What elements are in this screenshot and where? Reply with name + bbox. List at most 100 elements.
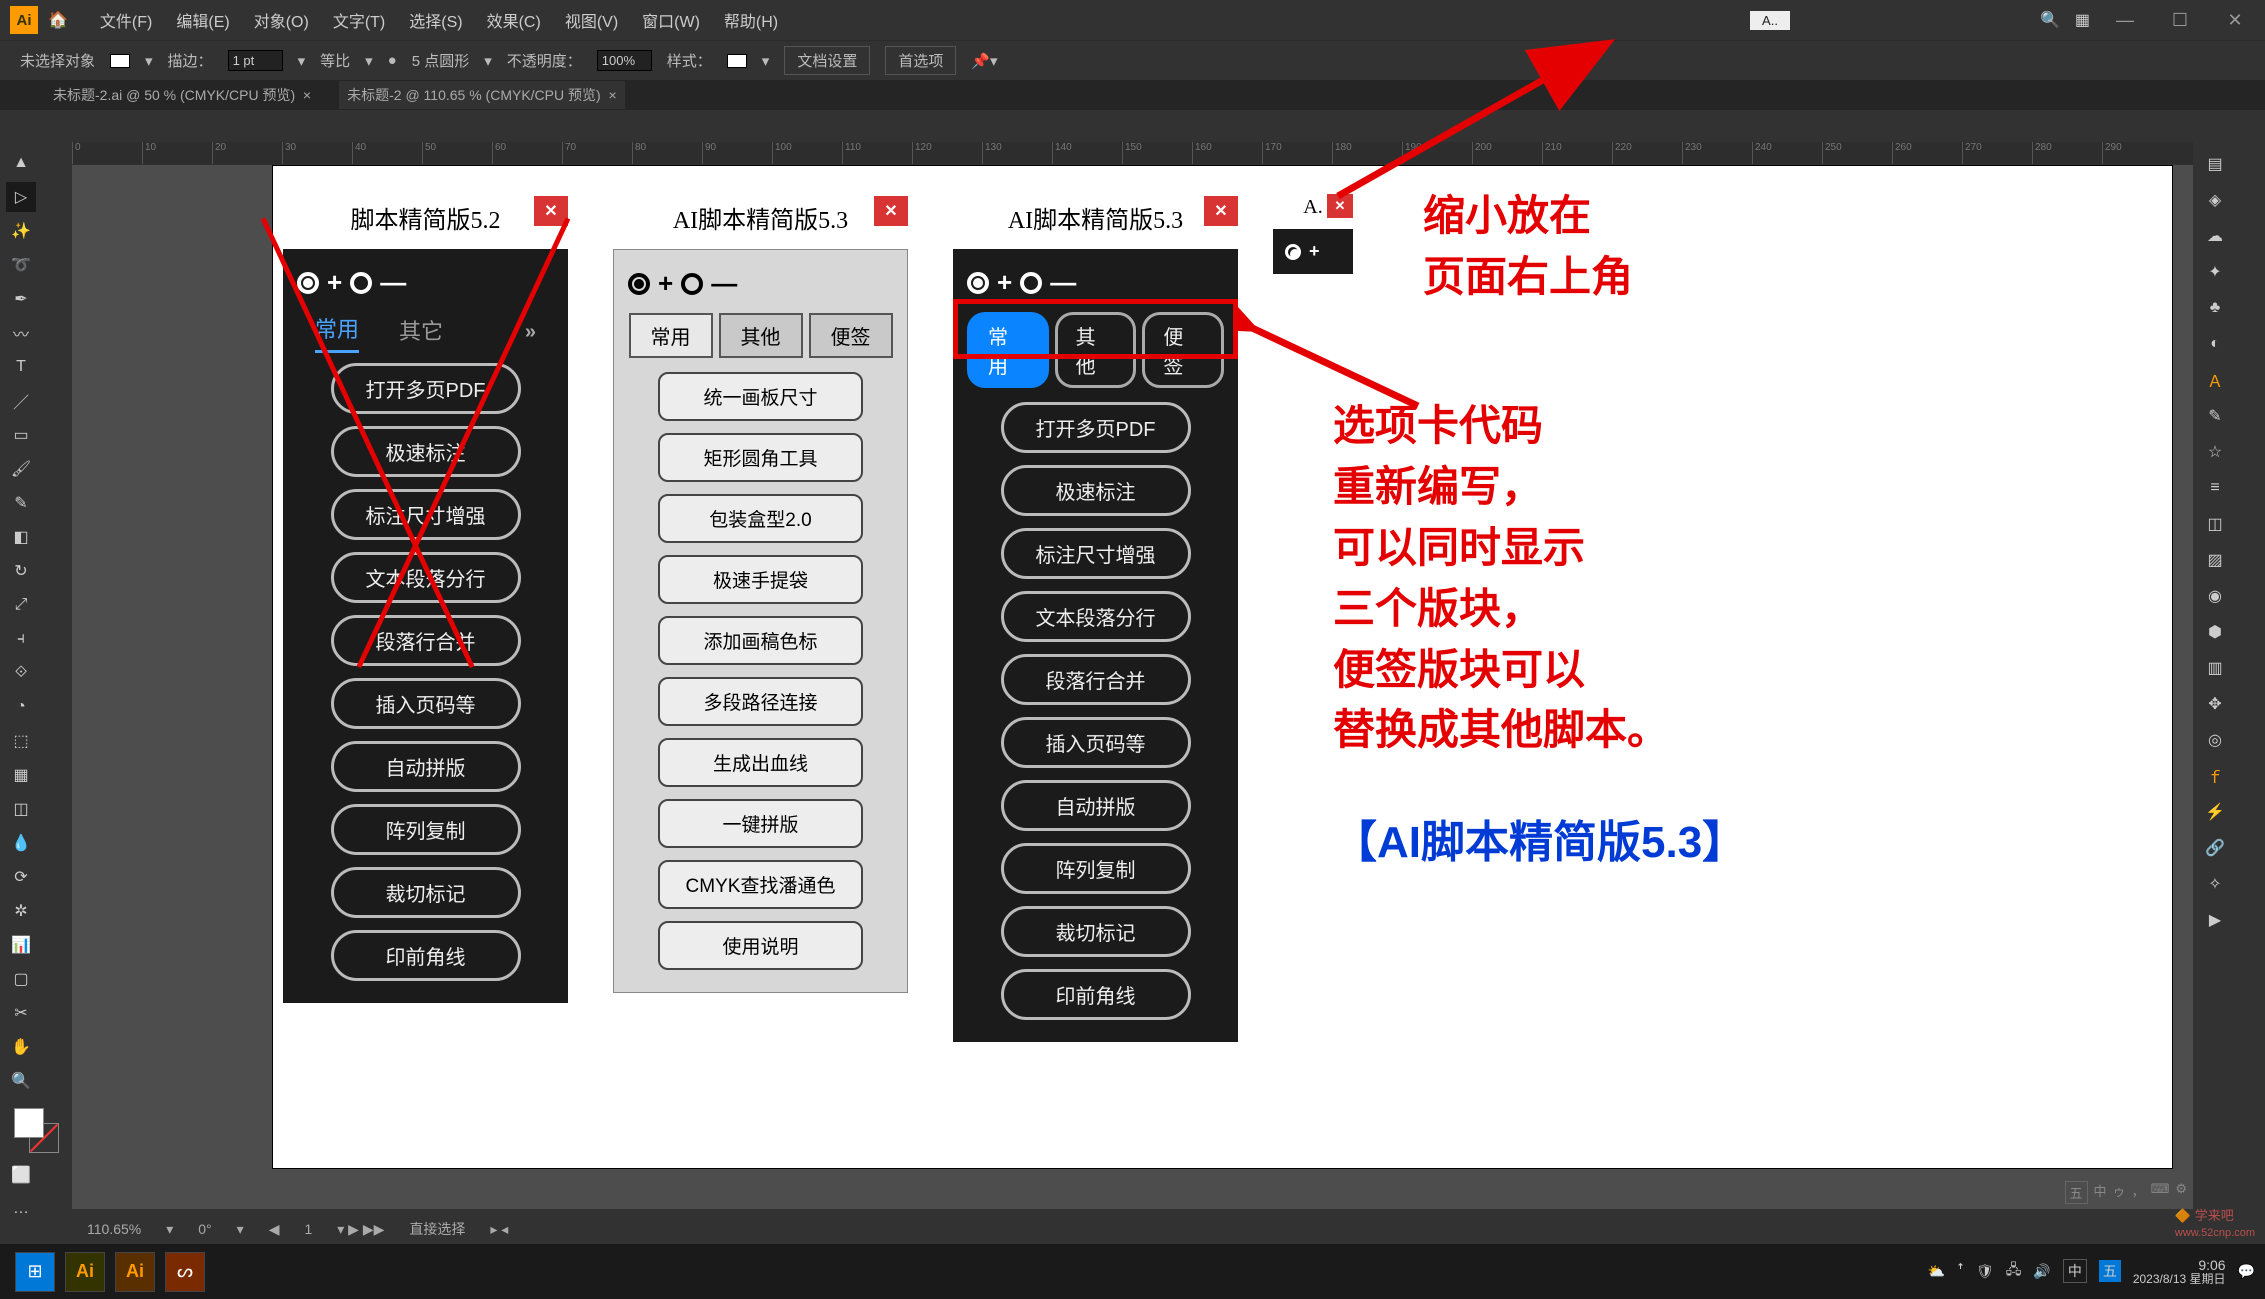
tray-volume-icon[interactable]: 🔊 [2033,1263,2050,1280]
zoom-tool-icon[interactable]: 🔍 [6,1066,36,1096]
ime-keyboard-icon[interactable]: ⌨ [2151,1181,2170,1204]
arrange-icon[interactable]: ▦ [2075,10,2090,30]
zoom-level[interactable]: 110.65% [87,1221,141,1237]
btn-array-copy[interactable]: 阵列复制 [331,804,521,855]
gradient-panel-icon[interactable]: ◫ [2200,509,2230,539]
minimize-icon[interactable]: — [2105,10,2145,31]
doc-setup-button[interactable]: 文档设置 [784,46,870,75]
radio-on-icon[interactable] [297,272,319,294]
selection-tool-icon[interactable]: ▲ [6,148,36,178]
opacity-input[interactable] [597,50,652,71]
screen-mode-icon[interactable]: ⬜ [6,1160,36,1190]
fill-color[interactable] [110,54,130,68]
btn-quick-annotate-2[interactable]: 极速标注 [1001,465,1191,516]
btn-paragraph-merge-2[interactable]: 段落行合并 [1001,654,1191,705]
taskbar-time[interactable]: 9:06 [2133,1257,2226,1273]
btn-prepress-corner-2[interactable]: 印前角线 [1001,969,1191,1020]
style-swatch[interactable] [727,54,747,68]
btn-box-template[interactable]: 包装盒型2.0 [658,494,863,543]
ime-half[interactable]: ゥ [2113,1181,2126,1204]
links-icon[interactable]: 🔗 [2200,833,2230,863]
magic-wand-icon[interactable]: ✨ [6,216,36,246]
layers-icon[interactable]: ◈ [2200,185,2230,215]
btn-array-copy-2[interactable]: 阵列复制 [1001,843,1191,894]
cc-libraries-icon[interactable]: ♣ [2200,293,2230,323]
menu-object[interactable]: 对象(O) [254,8,309,32]
page-number[interactable]: 1 [304,1221,312,1237]
btn-crop-marks-2[interactable]: 裁切标记 [1001,906,1191,957]
taskbar-ai-icon-2[interactable]: Ai [115,1252,155,1292]
pathfinder-icon[interactable]: ◎ [2200,725,2230,755]
panel-53-light-tab-notes[interactable]: 便签 [809,313,893,358]
perspective-icon[interactable]: ⬚ [6,726,36,756]
tray-weather-icon[interactable]: ⛅ [1928,1263,1945,1280]
line-tool-icon[interactable]: ／ [6,386,36,416]
transform-icon[interactable]: ✥ [2200,689,2230,719]
doc-tab-2[interactable]: 未标题-2 @ 110.65 % (CMYK/CPU 预览) × [339,81,625,109]
menu-help[interactable]: 帮助(H) [724,8,778,32]
curvature-tool-icon[interactable]: 〰 [6,318,36,348]
align-icon[interactable]: ▥ [2200,653,2230,683]
search-icon[interactable]: 🔍 [2040,10,2060,30]
transparency-icon[interactable]: ▨ [2200,545,2230,575]
ime-mode-2[interactable]: 中 [2094,1181,2107,1204]
radio-on-icon[interactable] [1285,244,1301,260]
radio-on-icon[interactable] [628,273,650,295]
menu-view[interactable]: 视图(V) [565,8,618,32]
ime-punct[interactable]: ， [2132,1181,2145,1204]
direct-selection-tool-icon[interactable]: ▷ [6,182,36,212]
windows-start-icon[interactable]: ⊞ [15,1252,55,1292]
lasso-icon[interactable]: ➰ [6,250,36,280]
btn-dimension-enhance[interactable]: 标注尺寸增强 [331,489,521,540]
menu-file[interactable]: 文件(F) [100,8,152,32]
rotate-tool-icon[interactable]: ↻ [6,556,36,586]
maximize-icon[interactable]: ☐ [2160,10,2200,31]
uniform-label[interactable]: 等比 [320,50,350,71]
eyedropper-tool-icon[interactable]: 💧 [6,828,36,858]
mesh-tool-icon[interactable]: ▦ [6,760,36,790]
btn-add-color-bar[interactable]: 添加画稿色标 [658,616,863,665]
blend-tool-icon[interactable]: ⟳ [6,862,36,892]
btn-unify-artboard[interactable]: 统一画板尺寸 [658,372,863,421]
symbol-sprayer-icon[interactable]: ✲ [6,896,36,926]
artboard-tool-icon[interactable]: ▢ [6,964,36,994]
btn-open-multipage-pdf[interactable]: 打开多页PDF [331,363,521,414]
btn-insert-page-number-2[interactable]: 插入页码等 [1001,717,1191,768]
tray-ime-icon[interactable]: 中 [2063,1259,2087,1283]
navigator-icon[interactable]: ▶ [2200,905,2230,935]
canvas[interactable]: 脚本精简版5.2 ✕ + — 常用 其它 » 打开多页PDF 极速标注 标注尺寸… [72,165,2193,1209]
panel-53-dark-close-button[interactable]: ✕ [1204,196,1238,226]
taskbar-app-icon[interactable]: ᔕ [165,1252,205,1292]
prefs-button[interactable]: 首选项 [885,46,956,75]
chevron-right-icon[interactable]: » [525,321,536,344]
stroke-width-input[interactable] [228,50,283,71]
width-tool-icon[interactable]: ⫞ [6,624,36,654]
graph-tool-icon[interactable]: 📊 [6,930,36,960]
ime-mode-1[interactable]: 五 [2065,1181,2088,1204]
menu-select[interactable]: 选择(S) [409,8,462,32]
swatches-icon[interactable]: Ａ [2200,365,2230,395]
tray-network-icon[interactable]: 🖧 [2006,1259,2022,1283]
btn-open-multipage-pdf-2[interactable]: 打开多页PDF [1001,402,1191,453]
radio-off-icon[interactable] [1020,272,1042,294]
panel-52-tab-other[interactable]: 其它 [399,314,443,352]
info-icon[interactable]: ✧ [2200,869,2230,899]
tray-notifications-icon[interactable]: 💬 [2238,1263,2255,1280]
type-tool-icon[interactable]: T [6,352,36,382]
mini-panel-docked[interactable]: A.. [1750,11,1790,30]
radio-off-icon[interactable] [681,273,703,295]
radio-on-icon[interactable] [967,272,989,294]
menu-edit[interactable]: 编辑(E) [176,8,229,32]
btn-one-click-impose[interactable]: 一键拼版 [658,799,863,848]
menu-effect[interactable]: 效果(C) [487,8,541,32]
taskbar-ai-icon[interactable]: Ai [65,1252,105,1292]
panel-53-light-close-button[interactable]: ✕ [874,196,908,226]
appearance-icon[interactable]: ◉ [2200,581,2230,611]
shaper-tool-icon[interactable]: ✎ [6,488,36,518]
btn-manual[interactable]: 使用说明 [658,921,863,970]
btn-dimension-enhance-2[interactable]: 标注尺寸增强 [1001,528,1191,579]
gradient-tool-icon[interactable]: ◫ [6,794,36,824]
btn-auto-impose-2[interactable]: 自动拼版 [1001,780,1191,831]
actions-icon[interactable]: ⚡ [2200,797,2230,827]
properties-icon[interactable]: ▤ [2200,149,2230,179]
